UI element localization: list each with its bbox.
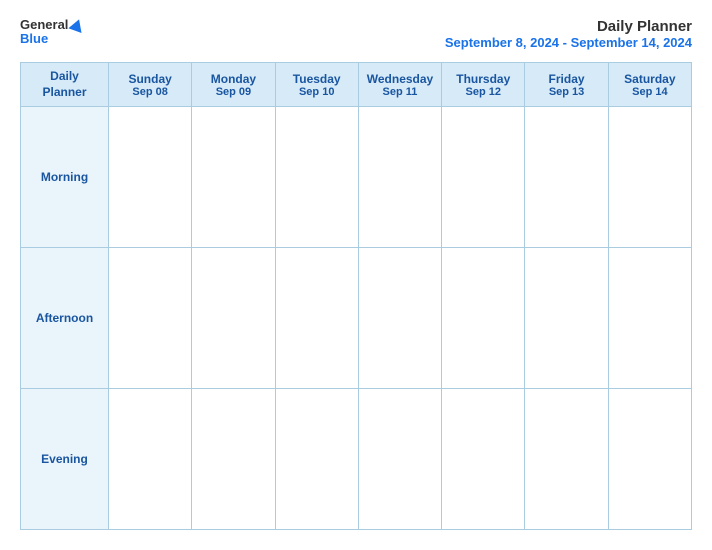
wednesday-name: Wednesday [363,72,437,86]
evening-row: Evening [21,389,692,530]
morning-label-cell: Morning [21,107,109,248]
th-friday: Friday Sep 13 [525,63,608,107]
morning-thursday-cell[interactable] [442,107,525,248]
header-title: Daily Planner [445,18,692,35]
th-tuesday: Tuesday Sep 10 [275,63,358,107]
th-sunday: Sunday Sep 08 [109,63,192,107]
friday-date: Sep 13 [529,86,603,98]
morning-wednesday-cell[interactable] [358,107,441,248]
evening-tuesday-cell[interactable] [275,389,358,530]
wednesday-date: Sep 11 [363,86,437,98]
evening-friday-cell[interactable] [525,389,608,530]
thursday-date: Sep 12 [446,86,520,98]
evening-monday-cell[interactable] [192,389,275,530]
sunday-date: Sep 08 [113,86,187,98]
th-saturday: Saturday Sep 14 [608,63,691,107]
morning-tuesday-cell[interactable] [275,107,358,248]
afternoon-monday-cell[interactable] [192,248,275,389]
afternoon-label-cell: Afternoon [21,248,109,389]
col-header-line1: Daily [50,69,79,83]
th-wednesday: Wednesday Sep 11 [358,63,441,107]
morning-friday-cell[interactable] [525,107,608,248]
afternoon-row: Afternoon [21,248,692,389]
logo-triangle-icon [69,17,86,33]
tuesday-date: Sep 10 [280,86,354,98]
logo-blue-text: Blue [20,32,48,46]
evening-thursday-cell[interactable] [442,389,525,530]
thursday-name: Thursday [446,72,520,86]
evening-wednesday-cell[interactable] [358,389,441,530]
col-header-line2: Planner [42,85,86,99]
afternoon-thursday-cell[interactable] [442,248,525,389]
morning-label: Morning [41,170,88,184]
sunday-name: Sunday [113,72,187,86]
tuesday-name: Tuesday [280,72,354,86]
logo-general-text: General [20,18,68,32]
afternoon-friday-cell[interactable] [525,248,608,389]
th-monday: Monday Sep 09 [192,63,275,107]
morning-row: Morning [21,107,692,248]
evening-label: Evening [41,452,88,466]
header-right: Daily Planner September 8, 2024 - Septem… [445,18,692,50]
morning-sunday-cell[interactable] [109,107,192,248]
th-thursday: Thursday Sep 12 [442,63,525,107]
evening-saturday-cell[interactable] [608,389,691,530]
evening-label-cell: Evening [21,389,109,530]
afternoon-wednesday-cell[interactable] [358,248,441,389]
monday-name: Monday [196,72,270,86]
saturday-name: Saturday [613,72,687,86]
monday-date: Sep 09 [196,86,270,98]
friday-name: Friday [529,72,603,86]
calendar-table: Daily Planner Sunday Sep 08 Monday Sep 0… [20,62,692,530]
afternoon-tuesday-cell[interactable] [275,248,358,389]
afternoon-saturday-cell[interactable] [608,248,691,389]
saturday-date: Sep 14 [613,86,687,98]
morning-monday-cell[interactable] [192,107,275,248]
header: General Blue Daily Planner September 8, … [20,18,692,50]
afternoon-label: Afternoon [36,311,93,325]
morning-saturday-cell[interactable] [608,107,691,248]
logo: General Blue [20,18,84,47]
afternoon-sunday-cell[interactable] [109,248,192,389]
th-label: Daily Planner [21,63,109,107]
header-subtitle: September 8, 2024 - September 14, 2024 [445,35,692,50]
evening-sunday-cell[interactable] [109,389,192,530]
page: General Blue Daily Planner September 8, … [0,0,712,550]
